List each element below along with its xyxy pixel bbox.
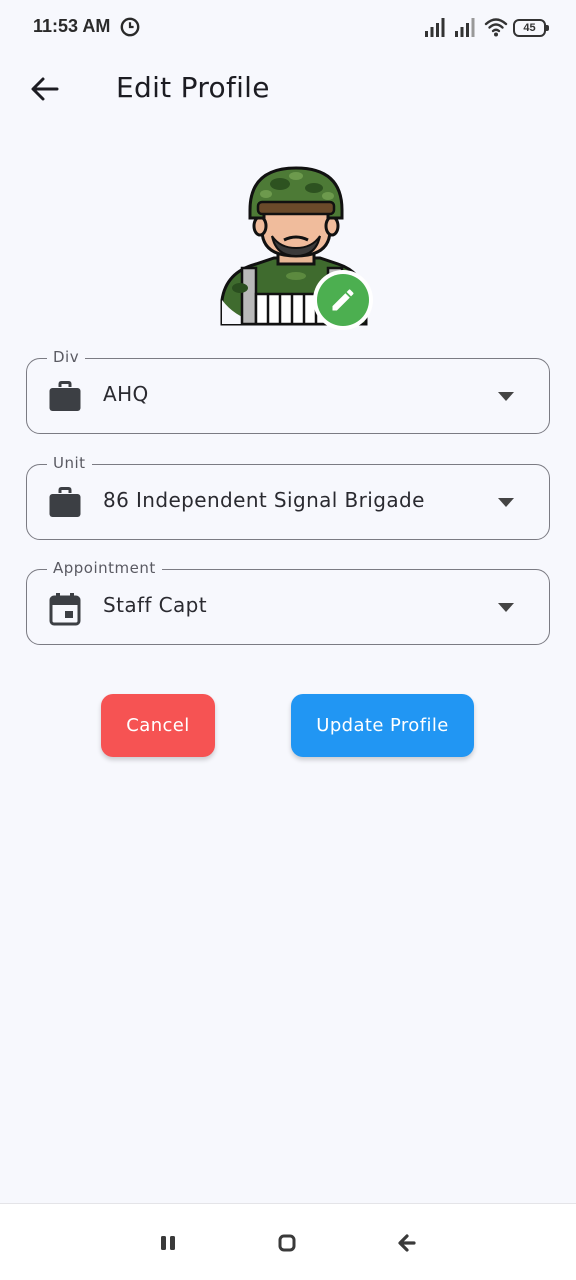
system-nav-bar: [0, 1203, 576, 1280]
pencil-icon: [332, 289, 354, 311]
div-label: Div: [47, 348, 86, 366]
recents-icon[interactable]: [160, 1235, 176, 1251]
chevron-down-icon: [498, 603, 514, 612]
edit-profile-screen: 11:53 AM 45 Edit Profile Div AHQ Unit 86…: [0, 0, 576, 1280]
edit-avatar-badge: [317, 274, 369, 326]
arrow-left-icon[interactable]: [29, 73, 61, 105]
edit-avatar-button[interactable]: [313, 270, 373, 330]
div-dropdown[interactable]: Div AHQ: [26, 348, 550, 434]
home-icon[interactable]: [278, 1234, 296, 1252]
status-time: 11:53 AM: [33, 16, 111, 36]
briefcase-icon: [49, 381, 81, 411]
appointment-dropdown[interactable]: Appointment Staff Capt: [26, 559, 550, 645]
page-title: Edit Profile: [116, 71, 270, 104]
div-value: AHQ: [103, 382, 149, 406]
clock-icon: [120, 17, 140, 37]
back-icon[interactable]: [396, 1233, 416, 1253]
battery-level: 45: [523, 22, 536, 34]
wifi-icon: [484, 18, 508, 37]
chevron-down-icon: [498, 498, 514, 507]
calendar-icon: [49, 593, 81, 626]
update-profile-button[interactable]: Update Profile: [291, 694, 474, 757]
appointment-label: Appointment: [47, 559, 162, 577]
signal-icon: [425, 18, 445, 37]
appointment-value: Staff Capt: [103, 593, 207, 617]
unit-label: Unit: [47, 454, 92, 472]
chevron-down-icon: [498, 392, 514, 401]
battery-icon: 45: [513, 19, 549, 37]
signal-icon: [455, 18, 475, 37]
status-bar: 11:53 AM 45: [0, 0, 576, 56]
briefcase-icon: [49, 487, 81, 517]
cancel-button[interactable]: Cancel: [101, 694, 215, 757]
unit-dropdown[interactable]: Unit 86 Independent Signal Brigade: [26, 454, 550, 540]
unit-value: 86 Independent Signal Brigade: [103, 488, 425, 512]
